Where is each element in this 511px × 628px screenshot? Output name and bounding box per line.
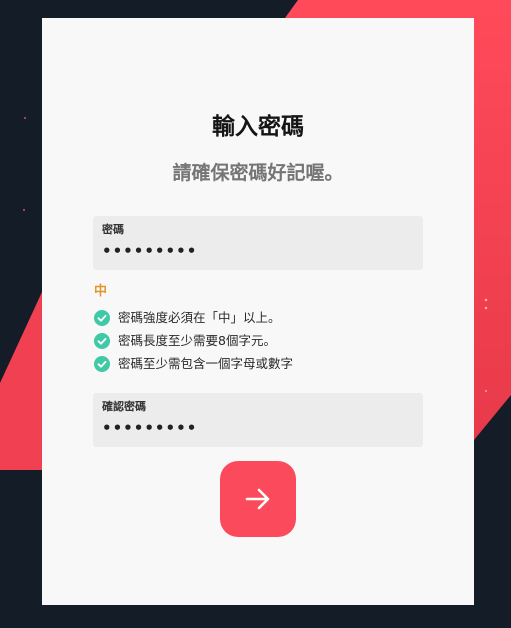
rule-item: 密碼強度必須在「中」以上。 xyxy=(94,306,293,329)
check-circle-icon xyxy=(94,355,110,372)
confirm-password-field[interactable]: 確認密碼 xyxy=(93,393,423,447)
decor-dot xyxy=(23,209,25,211)
rule-item: 密碼長度至少需要8個字元。 xyxy=(94,329,293,352)
check-circle-icon xyxy=(94,332,110,349)
rule-text: 密碼長度至少需要8個字元。 xyxy=(118,332,276,348)
decor-dot xyxy=(484,298,488,302)
accent-shape-left xyxy=(0,292,42,470)
arrow-right-icon xyxy=(245,488,270,510)
rule-text: 密碼至少需包含一個字母或數字 xyxy=(118,355,294,371)
rule-text: 密碼強度必須在「中」以上。 xyxy=(118,309,281,325)
strength-indicator: 中 xyxy=(94,284,108,299)
page-title: 輸入密碼 xyxy=(212,114,304,140)
password-label: 密碼 xyxy=(102,223,124,236)
confirm-password-input[interactable] xyxy=(102,418,414,438)
check-circle-icon xyxy=(94,309,110,326)
page-subtitle: 請確保密碼好記喔。 xyxy=(172,162,344,184)
decor-dot xyxy=(484,306,488,310)
confirm-password-label: 確認密碼 xyxy=(102,400,146,413)
password-field[interactable]: 密碼 xyxy=(93,216,423,270)
decor-dot xyxy=(24,117,26,119)
decor-dot xyxy=(485,390,487,392)
password-input[interactable] xyxy=(102,241,414,261)
submit-button[interactable] xyxy=(220,461,296,537)
password-card: 輸入密碼 請確保密碼好記喔。 密碼 中 密碼強度必須在「中」以上。 密碼長度至少… xyxy=(42,18,474,605)
password-rules-list: 密碼強度必須在「中」以上。 密碼長度至少需要8個字元。 密碼至少需包含一個字母或… xyxy=(94,306,293,375)
rule-item: 密碼至少需包含一個字母或數字 xyxy=(94,352,293,375)
